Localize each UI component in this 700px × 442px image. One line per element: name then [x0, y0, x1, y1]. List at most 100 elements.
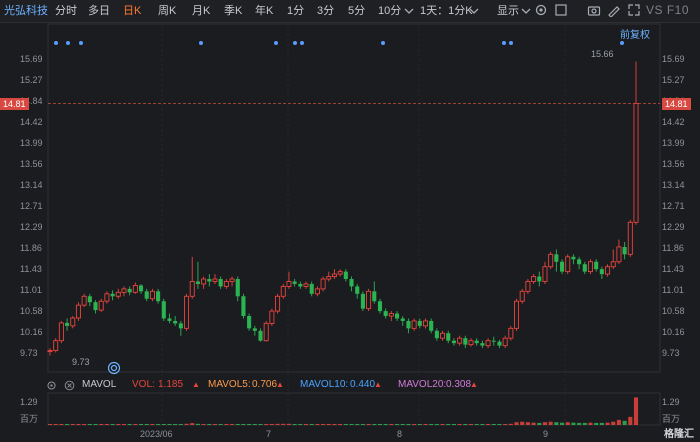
candle-body — [463, 338, 468, 345]
candle-body — [440, 332, 446, 339]
volume-bar — [343, 424, 348, 425]
volume-bar — [542, 422, 548, 425]
volume-bar — [326, 424, 331, 425]
volume-bar — [286, 423, 291, 425]
volume-bar — [537, 422, 542, 425]
volume-bar — [230, 424, 235, 425]
volume-bar — [474, 424, 479, 425]
volume-bar — [178, 424, 183, 425]
volume-bar — [309, 424, 314, 425]
y-tick-label: 9.73 — [662, 348, 680, 358]
volume-bar — [275, 423, 280, 425]
volume-bar — [366, 424, 371, 425]
x-label-jun: 2023/06 — [140, 429, 173, 439]
candle-body — [599, 269, 604, 275]
candle-body — [331, 273, 337, 278]
volume-bar — [548, 421, 553, 425]
indicator-name[interactable]: MAVOL — [82, 377, 116, 393]
volume-bar — [269, 424, 274, 425]
ma20-label: MAVOL20: — [398, 379, 447, 390]
candle-body — [400, 318, 405, 321]
x-label-sep: 9 — [543, 429, 549, 439]
candle-body — [519, 290, 525, 302]
candle-body — [212, 278, 218, 282]
candle-body — [622, 246, 627, 255]
volume-bar — [395, 424, 400, 425]
volume-bar — [264, 424, 269, 425]
volume-bar — [195, 423, 200, 425]
volume-bar — [133, 424, 138, 425]
candle-body — [161, 301, 166, 319]
volume-bar — [457, 424, 462, 425]
volume-bar — [110, 424, 115, 425]
candle-body — [144, 291, 149, 299]
up-arrow-icon: ▲ — [276, 380, 284, 389]
y-tick-label: 15.69 — [662, 54, 685, 64]
volume-bar — [565, 422, 570, 425]
candle-body — [178, 323, 183, 329]
candle-body — [429, 320, 434, 331]
volume-panel-frame — [47, 392, 661, 426]
vol-value: 1.185 — [158, 379, 184, 390]
replay-icon[interactable] — [107, 361, 121, 375]
price-chart[interactable] — [0, 0, 700, 442]
high-annotation: 15.66 — [591, 49, 614, 59]
volume-bar — [281, 423, 286, 425]
volume-bar — [417, 424, 422, 425]
volume-bar — [235, 424, 240, 425]
volume-bar — [332, 424, 337, 425]
candle-body — [195, 281, 200, 284]
candle-body — [121, 288, 127, 293]
y-tick-label: 13.14 — [662, 179, 685, 190]
candle-body — [337, 271, 343, 275]
gear-icon[interactable] — [46, 377, 57, 397]
candle-body — [258, 330, 263, 341]
candle-body — [497, 341, 502, 346]
candle-body — [480, 343, 485, 346]
close-icon[interactable] — [64, 377, 75, 397]
volume-bar — [201, 424, 206, 425]
volume-bar — [338, 424, 343, 425]
candle-body — [446, 333, 451, 341]
y-tick-label: 14.42 — [20, 116, 43, 127]
candle-body — [309, 283, 314, 294]
candle-body — [366, 290, 372, 310]
volume-bar — [252, 424, 257, 425]
candle-body — [115, 291, 121, 297]
candle-body — [554, 254, 559, 262]
candle-body — [616, 246, 622, 263]
ma5-value: 0.706 — [252, 379, 278, 390]
volume-bar — [184, 423, 189, 425]
candle-body — [587, 261, 593, 273]
y-tick-label: 12.29 — [662, 221, 685, 232]
volume-bar — [241, 424, 246, 425]
volume-bar — [611, 421, 616, 425]
candle-body — [457, 337, 463, 344]
candle-body — [343, 271, 348, 280]
volume-bar — [218, 424, 223, 425]
candle-body — [87, 296, 92, 303]
brand-logo: 格隆汇 — [664, 429, 694, 440]
candle-body — [537, 276, 542, 282]
y-tick-label: 10.16 — [662, 326, 685, 337]
candle-body — [514, 300, 520, 329]
y-tick-label: 13.14 — [20, 179, 43, 190]
volume-bar — [53, 424, 58, 425]
candle-body — [298, 283, 303, 287]
volume-bar — [508, 423, 513, 425]
volume-bar — [559, 422, 565, 425]
volume-bar — [224, 424, 229, 425]
volume-bar — [93, 424, 98, 425]
volume-bar — [599, 422, 604, 425]
candle-body — [184, 295, 190, 329]
y-tick-label: 12.71 — [662, 201, 685, 211]
volume-bar — [491, 424, 496, 425]
volume-bar — [121, 424, 127, 425]
volume-bar — [497, 424, 502, 425]
candle-body — [508, 327, 514, 339]
volume-bar — [190, 423, 195, 425]
vol-y-top-left: 1.29 — [20, 397, 38, 407]
candle-body — [451, 340, 456, 344]
volume-bar — [577, 422, 582, 425]
volume-bar — [349, 424, 354, 425]
